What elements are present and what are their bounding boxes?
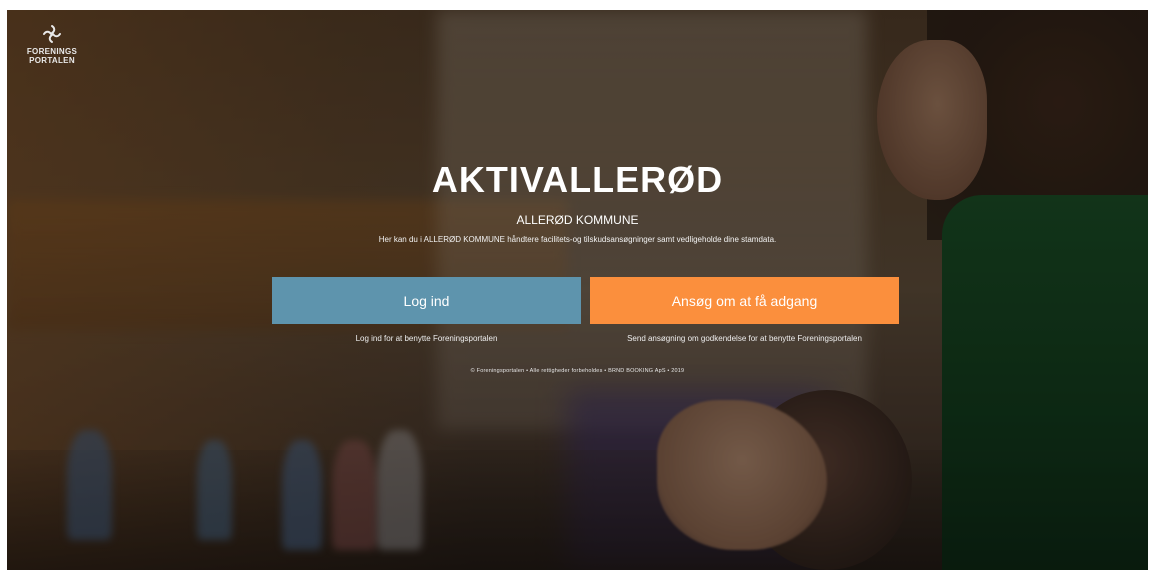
apply-hint: Send ansøgning om godkendelse for at ben… <box>627 334 862 343</box>
footer-copyright: © Foreningsportalen • Alle rettigheder f… <box>470 368 685 374</box>
apply-access-button[interactable]: Ansøg om at få adgang <box>590 277 899 324</box>
page-title: AKTIVALLERØD <box>431 159 724 200</box>
logo-text-line2: PORTALEN <box>29 56 75 65</box>
intro-text: Her kan du i ALLERØD KOMMUNE håndtere fa… <box>378 235 777 244</box>
municipality-subtitle: ALLERØD KOMMUNE <box>516 213 639 227</box>
foreningsportalen-logo-icon <box>43 25 61 43</box>
login-button[interactable]: Log ind <box>272 277 581 324</box>
foreningsportalen-logo[interactable]: FORENINGS PORTALEN <box>25 24 79 65</box>
hero-section: AKTIVALLERØD ALLERØD KOMMUNE Her kan du … <box>7 158 1148 246</box>
login-page: FORENINGS PORTALEN AKTIVALLERØD ALLERØD … <box>7 10 1148 570</box>
logo-text-line1: FORENINGS <box>26 47 78 56</box>
action-buttons: Log ind Ansøg om at få adgang <box>272 277 899 325</box>
login-hint: Log ind for at benytte Foreningsportalen <box>355 334 498 343</box>
